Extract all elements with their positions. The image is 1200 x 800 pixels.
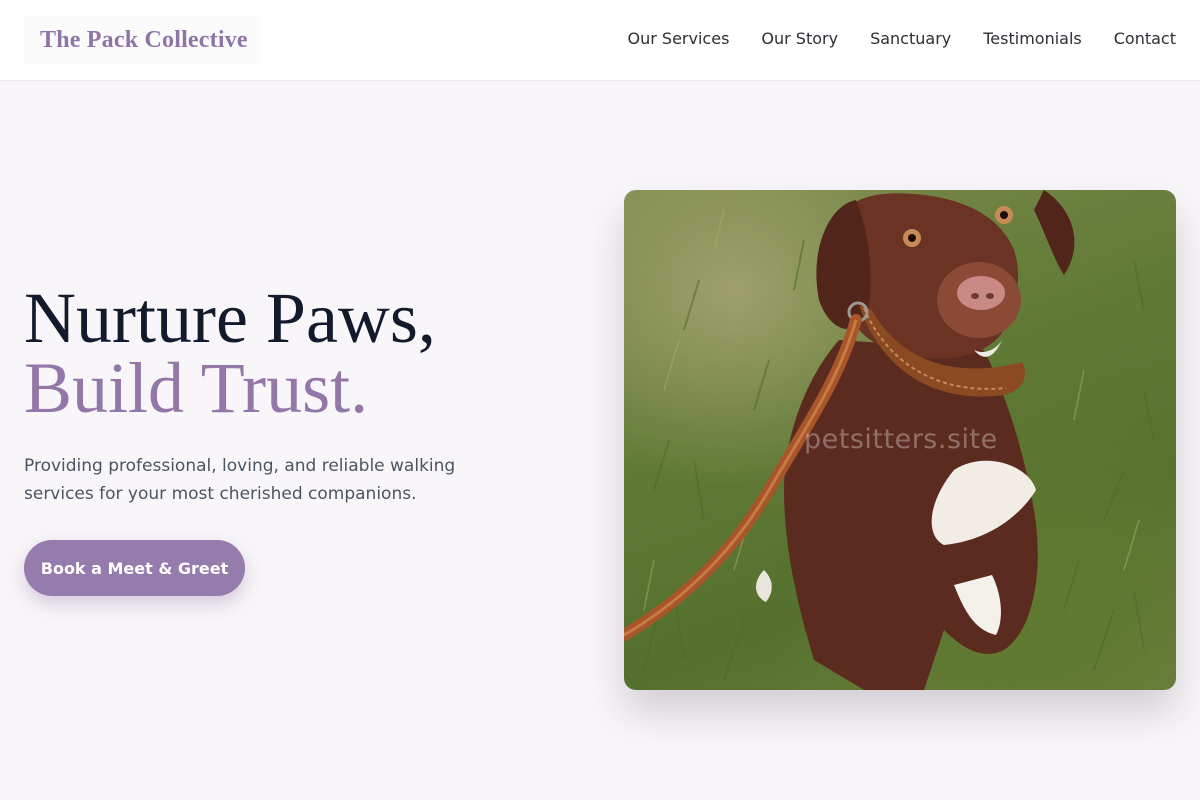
image-watermark: petsitters.site — [804, 424, 998, 455]
nav-link-contact[interactable]: Contact — [1114, 28, 1176, 50]
site-header: The Pack Collective Our Services Our Sto… — [0, 0, 1200, 81]
hero-title-line2: Build Trust. — [24, 348, 369, 428]
hero-title-line1: Nurture Paws, — [24, 278, 436, 358]
hero-dog-image: petsitters.site — [624, 190, 1176, 690]
hero-title: Nurture Paws, Build Trust. — [24, 282, 436, 424]
nav-link-testimonials[interactable]: Testimonials — [983, 28, 1082, 50]
hero-subtitle: Providing professional, loving, and reli… — [24, 456, 456, 504]
logo-container[interactable]: The Pack Collective — [24, 16, 260, 64]
site-logo[interactable]: The Pack Collective — [40, 27, 248, 54]
book-meet-greet-button[interactable]: Book a Meet & Greet — [24, 540, 245, 596]
nav-link-sanctuary[interactable]: Sanctuary — [870, 28, 951, 50]
nav-link-our-services[interactable]: Our Services — [628, 28, 730, 50]
main-nav: Our Services Our Story Sanctuary Testimo… — [596, 28, 1176, 50]
nav-link-our-story[interactable]: Our Story — [761, 28, 838, 50]
